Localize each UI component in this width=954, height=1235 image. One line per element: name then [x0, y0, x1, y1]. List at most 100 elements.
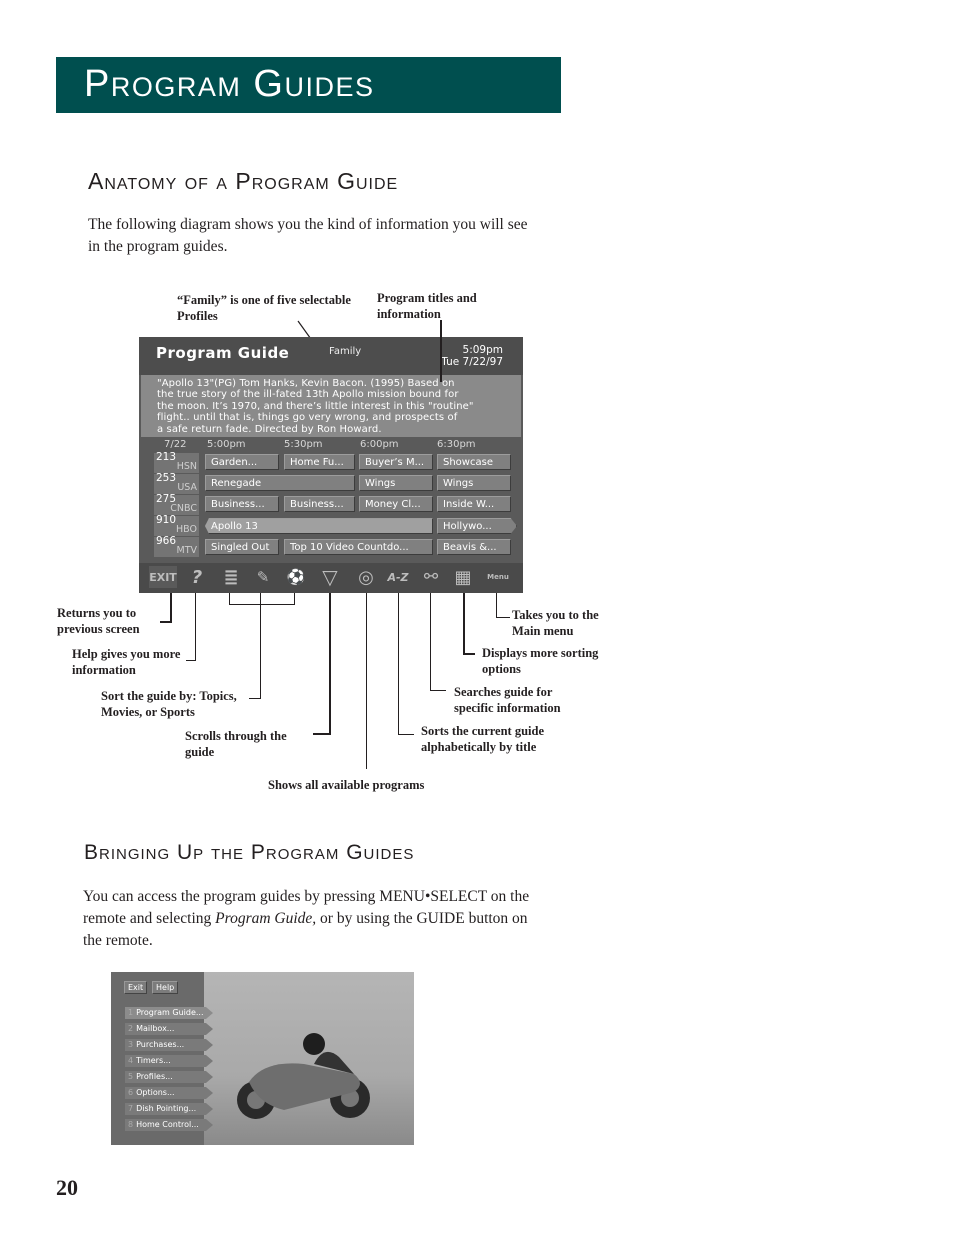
callout-text: alphabetically by title — [421, 740, 537, 754]
time-slot-header: 7/22 5:00pm 5:30pm 6:00pm 6:30pm — [139, 439, 523, 453]
intro-paragraph: The following diagram shows you the kind… — [88, 214, 528, 258]
time-slot: 6:30pm — [437, 439, 476, 450]
program-cell[interactable]: Showcase — [437, 454, 511, 470]
leader-line — [430, 690, 446, 691]
leader-line — [496, 593, 497, 618]
program-cell[interactable]: Home Fu... — [284, 454, 355, 470]
channel-275-cnbc: 275 CNBC — [154, 493, 199, 515]
help-button[interactable]: Help — [152, 981, 179, 994]
menu-item-dish-pointing[interactable]: 7 Dish Pointing... — [125, 1103, 213, 1115]
channel-253-usa: 253 USA — [154, 472, 199, 494]
current-time: 5:09pm — [462, 344, 503, 356]
menu-item-options[interactable]: 6 Options... — [125, 1087, 213, 1099]
menu-item-timers[interactable]: 4 Timers... — [125, 1055, 213, 1067]
help-icon[interactable]: ? — [184, 566, 210, 588]
leader-line — [366, 593, 367, 769]
bringing-up-paragraph: You can access the program guides by pre… — [83, 886, 529, 952]
callout-text: Shows all available programs — [268, 778, 425, 792]
callout-text: previous screen — [57, 622, 140, 636]
menu-item-label: Profiles... — [136, 1072, 173, 1081]
channel-213-hsn: 213 HSN — [154, 451, 199, 473]
program-cell[interactable]: Hollywo... — [437, 518, 517, 534]
callout-text: Takes you to the — [512, 608, 599, 622]
channel-callsign: MTV — [176, 545, 198, 556]
text-run: or by using the GUIDE button on — [316, 910, 528, 927]
menu-item-program-guide[interactable]: 1 Program Guide... — [125, 1007, 213, 1019]
menu-item-profiles[interactable]: 5 Profiles... — [125, 1071, 213, 1083]
callout-text: Sort the guide by: Topics, — [101, 689, 237, 703]
channel-number: 213 — [156, 451, 177, 463]
section-heading-bringing-up: Bringing Up the Program Guides — [84, 841, 415, 864]
az-sort-icon[interactable]: A-Z — [384, 566, 412, 588]
guide-toolbar: EXIT ? ≣ ✎ ⚽ ▽ ◎ A-Z ⚯ ▦ Menu — [139, 563, 523, 593]
menu-item-mailbox[interactable]: 2 Mailbox... — [125, 1023, 213, 1035]
program-cell[interactable]: Renegade — [205, 475, 355, 491]
intro-line: The following diagram shows you the kind… — [88, 216, 528, 233]
program-cell[interactable]: Business... — [284, 496, 355, 512]
callout-text: Returns you to — [57, 606, 137, 620]
program-cell-selected[interactable]: Apollo 13 — [205, 518, 433, 534]
leader-line — [430, 593, 431, 691]
program-cell[interactable]: Buyer’s M... — [359, 454, 433, 470]
program-cell[interactable]: Money Cl... — [359, 496, 433, 512]
channel-number: 253 — [156, 472, 177, 484]
main-menu-icon[interactable]: Menu — [481, 566, 515, 588]
chapter-title: Program Guides — [84, 63, 375, 105]
profile-name[interactable]: Family — [329, 346, 361, 357]
menu-item-number: 3 — [128, 1040, 134, 1049]
exit-button[interactable]: Exit — [124, 981, 148, 994]
leader-line — [398, 593, 399, 735]
menu-item-label: Home Control... — [136, 1120, 199, 1129]
search-binoculars-icon[interactable]: ⚯ — [416, 566, 446, 588]
channel-callsign: CNBC — [170, 503, 197, 514]
sports-icon[interactable]: ⚽ — [279, 566, 313, 588]
grid-date: 7/22 — [164, 439, 187, 450]
menu-item-home-control[interactable]: 8 Home Control... — [125, 1119, 213, 1131]
menu-item-number: 2 — [128, 1024, 134, 1033]
program-cell[interactable]: Wings — [359, 475, 433, 491]
channel-number: 910 — [156, 514, 177, 526]
section-heading-anatomy: Anatomy of a Program Guide — [88, 168, 399, 194]
motorcycle-illustration — [237, 1033, 370, 1119]
callout-text: “Family” is one of five selectable — [177, 293, 351, 307]
menu-item-number: 4 — [128, 1056, 134, 1065]
movies-icon[interactable]: ✎ — [249, 566, 277, 588]
callout-more-sorting: Displays more sorting options — [482, 645, 598, 677]
callout-az-sort: Sorts the current guide alphabetically b… — [421, 723, 544, 755]
channel-966-mtv: 966 MTV — [154, 535, 199, 557]
leader-line — [463, 653, 475, 655]
leader-line — [496, 617, 510, 618]
channel-callsign: HBO — [176, 524, 197, 535]
description-line: flight.. until that is, things go very w… — [157, 412, 458, 424]
leader-line — [160, 621, 172, 623]
program-cell[interactable]: Inside W... — [437, 496, 511, 512]
leader-line — [329, 593, 331, 735]
callout-text: specific information — [454, 701, 561, 715]
program-cell[interactable]: Business... — [205, 496, 279, 512]
paragraph-line: remote and selecting Program Guide, or b… — [83, 908, 529, 930]
current-date: Tue 7/22/97 — [441, 356, 503, 368]
motorcycle-photo — [204, 972, 414, 1145]
program-cell[interactable]: Garden... — [205, 454, 279, 470]
sort-options-icon[interactable]: ▦ — [450, 566, 476, 588]
program-cell[interactable]: Wings — [437, 475, 511, 491]
scroll-down-icon[interactable]: ▽ — [315, 565, 345, 589]
guide-title: Program Guide — [156, 344, 290, 362]
paragraph-line: the remote. — [83, 932, 153, 949]
callout-text: Sorts the current guide — [421, 724, 545, 738]
emphasis-program-guide: Program Guide, — [215, 910, 317, 927]
channel-910-hbo: 910 HBO — [154, 514, 199, 536]
topics-icon[interactable]: ≣ — [217, 566, 245, 588]
program-cell[interactable]: Top 10 Video Countdo... — [284, 539, 433, 555]
callout-text: information — [72, 663, 136, 677]
exit-icon[interactable]: EXIT — [149, 566, 177, 588]
menu-item-purchases[interactable]: 3 Purchases... — [125, 1039, 213, 1051]
leader-line — [249, 698, 261, 699]
guide-clock: 5:09pm Tue 7/22/97 — [441, 344, 503, 368]
program-cell[interactable]: Beavis &... — [437, 539, 511, 555]
description-line: "Apollo 13"(PG) Tom Hanks, Kevin Bacon. … — [157, 378, 455, 389]
callout-text: Movies, or Sports — [101, 705, 195, 719]
all-programs-icon[interactable]: ◎ — [351, 566, 381, 588]
program-cell[interactable]: Singled Out — [205, 539, 279, 555]
callout-text: Scrolls through the — [185, 729, 287, 743]
